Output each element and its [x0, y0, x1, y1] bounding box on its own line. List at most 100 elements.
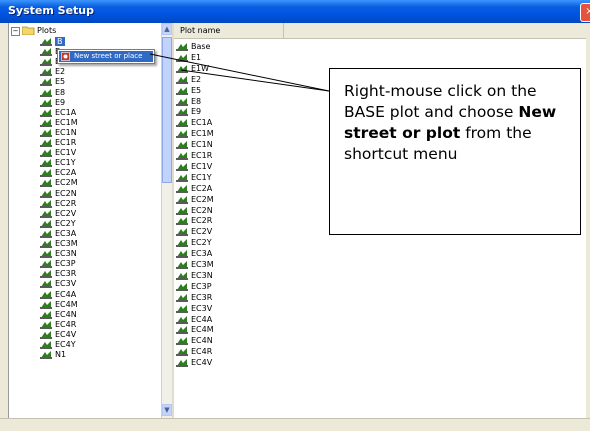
tree-item[interactable]: EC3A — [40, 229, 76, 239]
tree-item-label: EC1M — [55, 117, 78, 127]
tree-item-label: EC2A — [55, 168, 77, 178]
list-item[interactable]: EC3N — [176, 271, 213, 281]
tree-item[interactable]: EC3M — [40, 239, 78, 249]
list-item[interactable]: EC1R — [176, 151, 212, 161]
list-item[interactable]: E1W — [176, 64, 209, 74]
tree-item[interactable]: EC1R — [40, 138, 76, 148]
list-item[interactable]: EC1V — [176, 162, 212, 172]
tree-scrollbar[interactable]: ▲ ▼ — [161, 23, 172, 418]
plot-icon — [40, 240, 52, 248]
list-item[interactable]: E5 — [176, 86, 201, 96]
list-item-label: EC4N — [191, 336, 213, 346]
plot-icon — [40, 250, 52, 259]
list-item[interactable]: EC3R — [176, 293, 212, 303]
list-item[interactable]: EC4V — [176, 358, 212, 368]
tree-item[interactable]: EC2V — [40, 209, 76, 219]
list-item[interactable]: E9 — [176, 107, 201, 117]
list-item-label: EC2A — [191, 183, 213, 193]
tree-item[interactable]: EC2M — [40, 178, 78, 188]
list-item[interactable]: EC1M — [176, 129, 214, 139]
tree-item[interactable]: EC3N — [40, 249, 77, 259]
list-item[interactable]: EC3V — [176, 304, 212, 314]
scroll-up-icon[interactable]: ▲ — [162, 23, 172, 35]
list-item[interactable]: EC2V — [176, 227, 212, 237]
plot-icon — [176, 315, 188, 324]
list-item[interactable]: EC3M — [176, 260, 214, 270]
tree-item[interactable]: EC4M — [40, 300, 78, 310]
tree-item[interactable]: EC2N — [40, 189, 77, 199]
tree-item[interactable]: EC1M — [40, 118, 78, 128]
tree-item[interactable]: EC1Y — [40, 158, 76, 168]
tree-item[interactable]: EC4R — [40, 320, 76, 330]
tree-item[interactable]: EC1V — [40, 148, 76, 158]
tree-item-label: EC2R — [55, 198, 77, 208]
title-bar[interactable]: System Setup × — [0, 0, 590, 23]
context-menu: New street or place — [57, 49, 155, 64]
list-item[interactable]: EC1N — [176, 140, 213, 150]
scroll-thumb[interactable] — [162, 37, 172, 183]
list-item-label: EC1M — [191, 129, 214, 139]
tree-root[interactable]: − Plots — [11, 26, 56, 36]
list-item[interactable]: EC2N — [176, 206, 213, 216]
list-item[interactable]: EC4A — [176, 315, 212, 325]
list-item[interactable]: EC2A — [176, 184, 212, 194]
tree-item-label: EC2V — [55, 208, 77, 218]
list-item[interactable]: EC4M — [176, 325, 214, 335]
plot-icon — [176, 228, 188, 237]
tree-item[interactable]: EC4Y — [40, 340, 76, 350]
tree-item[interactable]: EC1N — [40, 128, 77, 138]
tree-item-label: EC1V — [55, 148, 77, 158]
list-item[interactable]: Base — [176, 42, 210, 52]
list-item[interactable]: EC2Y — [176, 238, 212, 248]
list-item[interactable]: E1 — [176, 53, 201, 63]
context-menu-new-street-item[interactable]: New street or place — [59, 51, 153, 62]
tree-item-label: EC1R — [55, 138, 77, 147]
list-item-label: EC1Y — [191, 172, 212, 182]
list-item[interactable]: EC4N — [176, 336, 213, 346]
tree-item[interactable]: EC1A — [40, 108, 76, 118]
collapse-icon[interactable]: − — [11, 27, 20, 36]
plot-icon — [40, 280, 52, 289]
tree-item-label: EC4Y — [55, 340, 76, 349]
tree-item[interactable]: EC3R — [40, 269, 76, 279]
tree-item-label: E2 — [55, 67, 66, 77]
tree-item-label: EC4R — [55, 319, 77, 329]
tree-item[interactable]: EC4N — [40, 310, 77, 320]
tree-item[interactable]: EC3P — [40, 259, 76, 269]
list-item[interactable]: E8 — [176, 97, 201, 107]
tree-item[interactable]: E5 — [40, 77, 65, 87]
instruction-callout: Right-mouse click on the BASE plot and c… — [329, 68, 581, 235]
plots-tree[interactable]: −Plots BEE1WE2E5E8E9EC1AEC1MEC1NEC1REC1V… — [9, 23, 161, 418]
plot-icon — [176, 86, 188, 95]
plot-name-column-header[interactable]: Plot name — [174, 23, 284, 38]
plot-icon — [40, 179, 52, 188]
tree-item[interactable]: E8 — [40, 88, 65, 98]
list-item[interactable]: EC2M — [176, 195, 214, 205]
tree-item[interactable]: E9 — [40, 98, 65, 108]
plot-icon — [40, 118, 52, 127]
list-item[interactable]: EC3A — [176, 249, 212, 259]
plot-icon — [40, 78, 52, 87]
tree-item[interactable]: EC2Y — [40, 219, 76, 229]
tree-item[interactable]: EC4A — [40, 290, 76, 300]
scroll-down-icon[interactable]: ▼ — [162, 404, 172, 416]
list-item[interactable]: EC4R — [176, 347, 212, 357]
tree-item[interactable]: EC4V — [40, 330, 76, 340]
list-item-label: EC2N — [191, 205, 213, 215]
tree-item[interactable]: EC2R — [40, 199, 76, 209]
tree-item[interactable]: EC3V — [40, 279, 76, 289]
list-item[interactable]: EC2R — [176, 216, 212, 226]
new-place-icon — [61, 52, 70, 61]
list-item[interactable]: EC1A — [176, 118, 212, 128]
tree-item[interactable]: E2 — [40, 67, 65, 77]
list-item[interactable]: E2 — [176, 75, 201, 85]
tree-item-base[interactable]: B — [40, 37, 65, 47]
list-item-label: EC4M — [191, 325, 214, 335]
list-item[interactable]: EC3P — [176, 282, 212, 292]
tree-item[interactable]: N1 — [40, 350, 66, 360]
close-button[interactable]: × — [580, 3, 590, 22]
plot-icon — [176, 75, 188, 84]
tree-item[interactable]: EC2A — [40, 168, 76, 178]
tree-item-label: EC3R — [55, 269, 77, 279]
list-item[interactable]: EC1Y — [176, 173, 212, 183]
